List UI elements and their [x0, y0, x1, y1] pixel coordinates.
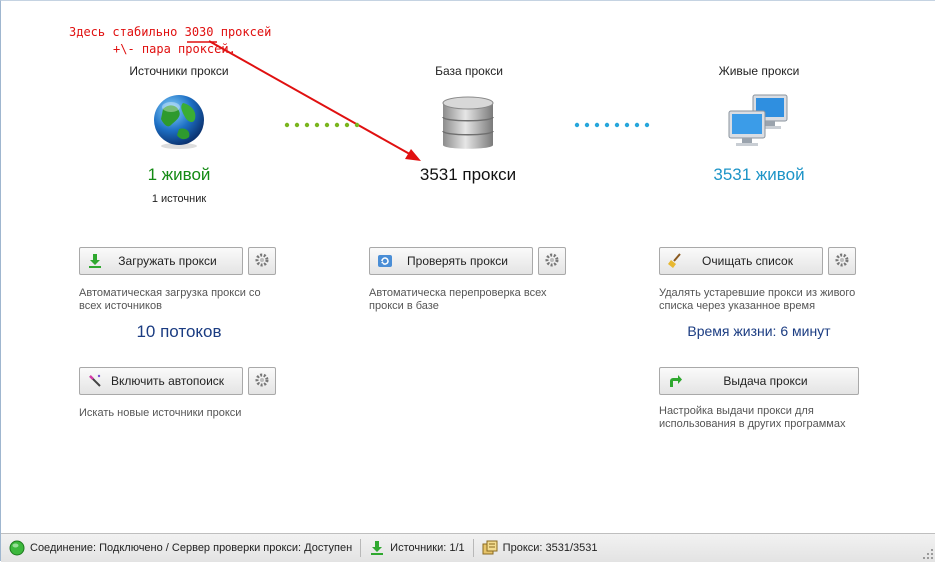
refresh-icon: [377, 253, 393, 269]
proxies-status: Прокси: 3531/3531: [482, 540, 598, 556]
gear-icon: [254, 252, 270, 271]
check-settings-button[interactable]: [538, 247, 566, 275]
autosearch-button[interactable]: Включить автопоиск: [79, 367, 243, 395]
globe-icon: [149, 91, 209, 154]
threads-count: 10 потоков: [136, 322, 222, 341]
sources-title: Источники прокси: [129, 64, 229, 78]
live-title: Живые прокси: [718, 64, 800, 78]
sources-status-text: Источники: 1/1: [390, 542, 465, 554]
status-separator: [360, 539, 362, 557]
database-icon: [439, 95, 497, 158]
connection-status-text: Соединение: Подключено / Сервер проверки…: [30, 542, 353, 554]
status-separator: [472, 539, 474, 557]
deliver-proxies-label: Выдача прокси: [723, 374, 808, 388]
resize-grip-icon[interactable]: [923, 549, 933, 559]
load-proxies-label: Загружать прокси: [118, 254, 217, 268]
download-arrow-icon: [369, 540, 385, 556]
base-title: База прокси: [435, 64, 503, 78]
sources-status: Источники: 1/1: [369, 540, 465, 556]
autosearch-description: Искать новые источники прокси: [79, 407, 242, 419]
check-proxies-label: Проверять прокси: [407, 254, 508, 268]
load-description: Автоматическая загрузка прокси со всех и…: [79, 287, 261, 312]
proxy-list-icon: [482, 540, 498, 556]
gear-icon: [254, 372, 270, 391]
status-bar: Соединение: Подключено / Сервер проверки…: [1, 533, 935, 562]
live-connector: [574, 122, 650, 128]
load-settings-button[interactable]: [248, 247, 276, 275]
lifetime-value: Время жизни: 6 минут: [687, 323, 831, 339]
main-window: Здесь стабильно 3030 проксей +\- пара пр…: [0, 0, 935, 562]
clean-settings-button[interactable]: [828, 247, 856, 275]
network-computers-icon: [727, 91, 791, 154]
broom-icon: [667, 253, 683, 269]
sources-subcount: 1 источник: [151, 193, 207, 205]
proxies-status-text: Прокси: 3531/3531: [502, 542, 598, 554]
autosearch-settings-button[interactable]: [248, 367, 276, 395]
wand-icon: [87, 373, 103, 389]
sources-connector: [284, 122, 360, 128]
live-count: 3531 живой: [713, 165, 805, 184]
check-description: Автоматическа перепроверка всех прокси в…: [369, 287, 547, 312]
sources-count: 1 живой: [147, 165, 211, 184]
connection-status: Соединение: Подключено / Сервер проверки…: [9, 540, 352, 556]
check-proxies-button[interactable]: Проверять прокси: [369, 247, 533, 275]
download-arrow-icon: [87, 253, 103, 269]
annotation-arrow: [187, 40, 421, 161]
deliver-description: Настройка выдачи прокси для использовани…: [659, 405, 846, 430]
gear-icon: [544, 252, 560, 271]
clean-list-button[interactable]: Очищать список: [659, 247, 823, 275]
gear-icon: [834, 252, 850, 271]
green-status-icon: [9, 540, 25, 556]
green-arrow-icon: [667, 373, 683, 389]
clean-description: Удалять устаревшие прокси из живого спис…: [659, 287, 856, 312]
deliver-proxies-button[interactable]: Выдача прокси: [659, 367, 859, 395]
autosearch-label: Включить автопоиск: [110, 374, 225, 388]
clean-list-label: Очищать список: [702, 254, 793, 268]
base-count: 3531 прокси: [419, 165, 517, 184]
load-proxies-button[interactable]: Загружать прокси: [79, 247, 243, 275]
